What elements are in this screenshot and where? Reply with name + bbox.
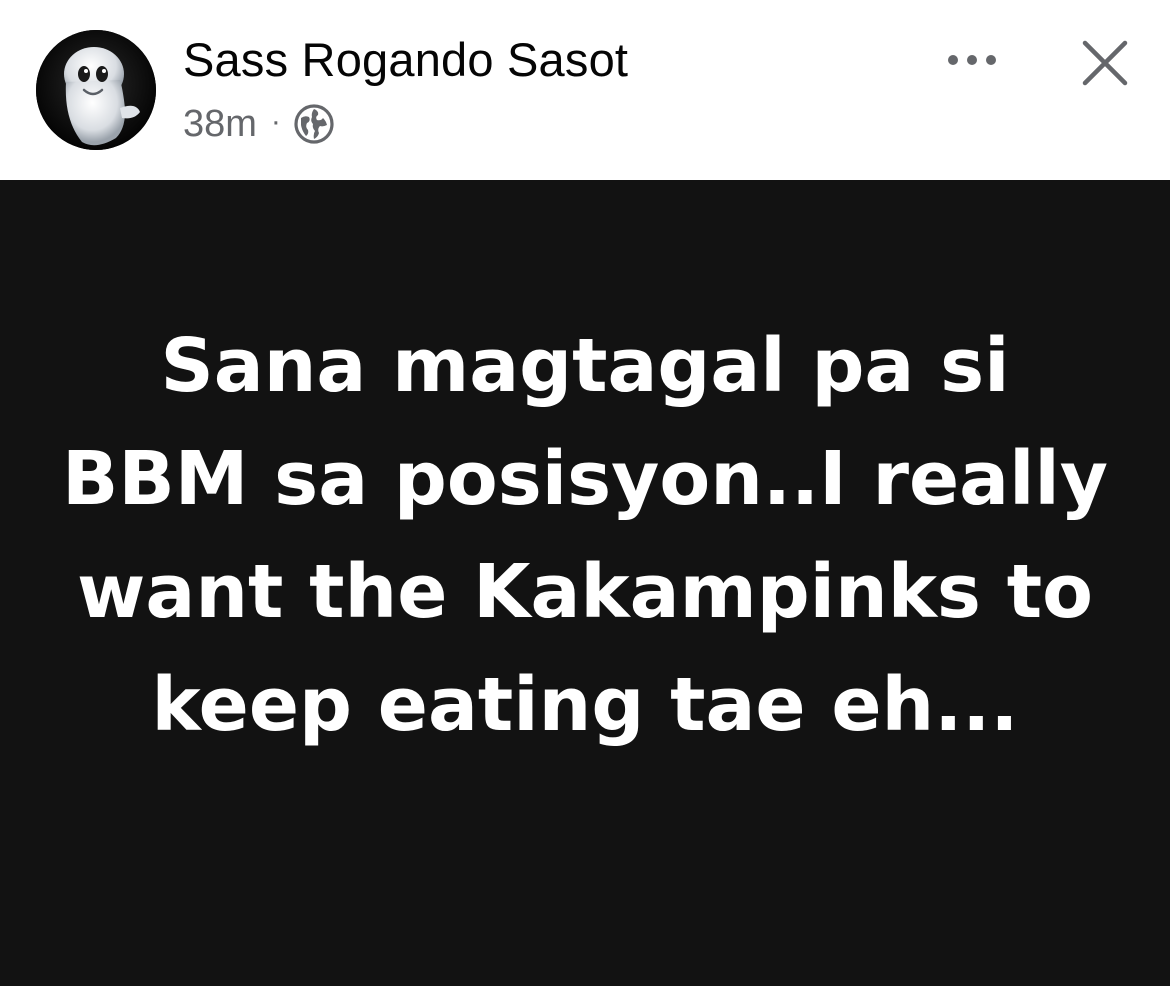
close-icon [1082, 40, 1128, 86]
close-button[interactable] [1074, 32, 1136, 94]
post-header: Sass Rogando Sasot 38m · [0, 0, 1170, 180]
status-text: Sana magtagal pa si BBM sa posisyon..I r… [61, 323, 1109, 748]
author-avatar[interactable] [36, 30, 156, 150]
more-options-button[interactable] [940, 38, 1004, 82]
author-name[interactable]: Sass Rogando Sasot [183, 32, 628, 87]
post-time[interactable]: 38m [183, 103, 257, 146]
more-options-icon [948, 55, 996, 65]
globe-icon[interactable] [293, 103, 335, 145]
status-background-card: Sana magtagal pa si BBM sa posisyon..I r… [0, 180, 1170, 986]
facebook-post: Sass Rogando Sasot 38m · Sana magtagal p… [0, 0, 1170, 986]
post-meta: 38m · [183, 100, 335, 148]
casper-ghost-avatar-icon [36, 30, 156, 150]
meta-separator: · [270, 105, 281, 138]
